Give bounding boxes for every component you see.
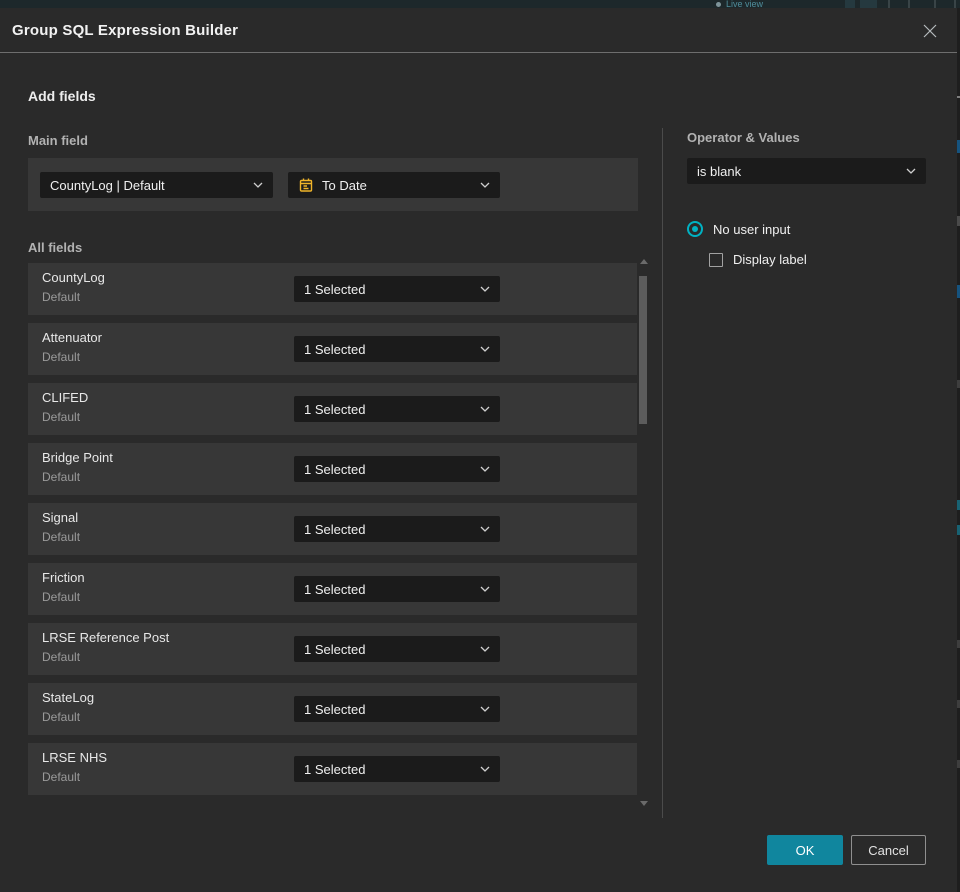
field-row: Attenuator Default 1 Selected — [28, 323, 637, 375]
scrollbar-thumb[interactable] — [639, 276, 647, 424]
field-selection-dropdown[interactable]: 1 Selected — [294, 696, 500, 722]
checkbox-icon — [709, 252, 723, 267]
field-row: StateLog Default 1 Selected — [28, 683, 637, 735]
field-selection-value: 1 Selected — [304, 281, 366, 297]
field-selection-dropdown[interactable]: 1 Selected — [294, 516, 500, 542]
field-selection-dropdown[interactable]: 1 Selected — [294, 456, 500, 482]
field-selection-value: 1 Selected — [304, 401, 366, 417]
display-label-checkbox[interactable]: Display label — [709, 252, 807, 267]
operator-dropdown-value: is blank — [697, 163, 742, 179]
field-name: StateLog — [42, 690, 95, 705]
background-toolbar-fragment — [845, 0, 855, 8]
field-selection-dropdown[interactable]: 1 Selected — [294, 576, 500, 602]
field-name: Bridge Point — [42, 450, 113, 465]
live-view-indicator: Live view — [716, 0, 763, 8]
field-sublabel: Default — [42, 350, 81, 364]
field-selection-value: 1 Selected — [304, 521, 366, 537]
field-selection-value: 1 Selected — [304, 641, 366, 657]
chevron-down-icon — [480, 182, 490, 188]
add-fields-heading: Add fields — [28, 88, 96, 104]
field-selection-dropdown[interactable]: 1 Selected — [294, 636, 500, 662]
live-view-dot-icon — [716, 1, 721, 7]
field-sublabel: Default — [42, 290, 81, 304]
field-sublabel: Default — [42, 470, 81, 484]
chevron-down-icon — [480, 646, 490, 652]
chevron-down-icon — [480, 526, 490, 532]
display-label-text: Display label — [733, 252, 807, 267]
field-selection-value: 1 Selected — [304, 341, 366, 357]
field-sublabel: Default — [42, 770, 81, 784]
chevron-down-icon — [480, 706, 490, 712]
all-fields-label: All fields — [28, 240, 83, 255]
field-sublabel: Default — [42, 590, 81, 604]
background-toolbar-fragment — [954, 0, 956, 8]
radio-icon — [687, 221, 703, 237]
chevron-down-icon — [480, 286, 490, 292]
field-row: Signal Default 1 Selected — [28, 503, 637, 555]
field-sublabel: Default — [42, 410, 81, 424]
background-toolbar-fragment — [934, 0, 936, 8]
dialog-header: Group SQL Expression Builder — [0, 8, 957, 53]
background-toolbar-fragment — [860, 0, 877, 8]
all-fields-list: CountyLog Default 1 Selected Attenuator … — [28, 263, 637, 803]
field-selection-value: 1 Selected — [304, 701, 366, 717]
main-field-label: Main field — [28, 133, 88, 148]
field-sublabel: Default — [42, 650, 81, 664]
field-name: LRSE Reference Post — [42, 630, 170, 645]
cancel-button[interactable]: Cancel — [851, 835, 926, 865]
field-row: Friction Default 1 Selected — [28, 563, 637, 615]
chevron-down-icon — [480, 406, 490, 412]
field-type-dropdown-value: To Date — [322, 177, 367, 193]
scroll-down-icon[interactable] — [640, 801, 648, 806]
field-row: CLIFED Default 1 Selected — [28, 383, 637, 435]
field-name: Signal — [42, 510, 79, 525]
field-row: CountyLog Default 1 Selected — [28, 263, 637, 315]
screen: Live view Group SQL Expression Builder A… — [0, 0, 960, 892]
chevron-down-icon — [480, 346, 490, 352]
field-selection-dropdown[interactable]: 1 Selected — [294, 336, 500, 362]
fields-scrollbar[interactable] — [638, 255, 649, 810]
operator-dropdown[interactable]: is blank — [687, 158, 926, 184]
field-selection-dropdown[interactable]: 1 Selected — [294, 756, 500, 782]
field-sublabel: Default — [42, 710, 81, 724]
field-selection-dropdown[interactable]: 1 Selected — [294, 276, 500, 302]
field-name: CountyLog — [42, 270, 105, 285]
chevron-down-icon — [480, 466, 490, 472]
background-toolbar: Live view — [0, 0, 960, 8]
background-toolbar-fragment — [888, 0, 890, 8]
background-toolbar-fragment — [908, 0, 910, 8]
operator-values-label: Operator & Values — [687, 130, 800, 145]
field-type-dropdown[interactable]: To Date — [288, 172, 500, 198]
panel-divider — [662, 128, 663, 818]
group-sql-expression-builder-dialog: Group SQL Expression Builder Add fields … — [0, 8, 957, 892]
field-selection-value: 1 Selected — [304, 461, 366, 477]
main-field-panel: CountyLog | Default To Date — [28, 158, 638, 211]
main-field-dropdown-value: CountyLog | Default — [50, 177, 165, 193]
ok-button[interactable]: OK — [767, 835, 843, 865]
field-sublabel: Default — [42, 530, 81, 544]
field-name: LRSE NHS — [42, 750, 108, 765]
field-name: Attenuator — [42, 330, 102, 345]
field-selection-value: 1 Selected — [304, 761, 366, 777]
field-name: Friction — [42, 570, 85, 585]
dialog-title: Group SQL Expression Builder — [12, 22, 239, 39]
no-user-input-radio[interactable]: No user input — [687, 221, 790, 237]
scroll-up-icon[interactable] — [640, 259, 648, 264]
chevron-down-icon — [480, 586, 490, 592]
calendar-icon — [299, 178, 313, 192]
no-user-input-label: No user input — [713, 221, 791, 237]
main-field-dropdown[interactable]: CountyLog | Default — [40, 172, 273, 198]
field-name: CLIFED — [42, 390, 89, 405]
field-row: Bridge Point Default 1 Selected — [28, 443, 637, 495]
chevron-down-icon — [906, 168, 916, 174]
chevron-down-icon — [480, 766, 490, 772]
close-icon[interactable] — [918, 19, 942, 43]
field-selection-dropdown[interactable]: 1 Selected — [294, 396, 500, 422]
field-row: LRSE Reference Post Default 1 Selected — [28, 623, 637, 675]
field-row: LRSE NHS Default 1 Selected — [28, 743, 637, 795]
live-view-label: Live view — [726, 0, 764, 8]
field-selection-value: 1 Selected — [304, 581, 366, 597]
chevron-down-icon — [253, 182, 263, 188]
